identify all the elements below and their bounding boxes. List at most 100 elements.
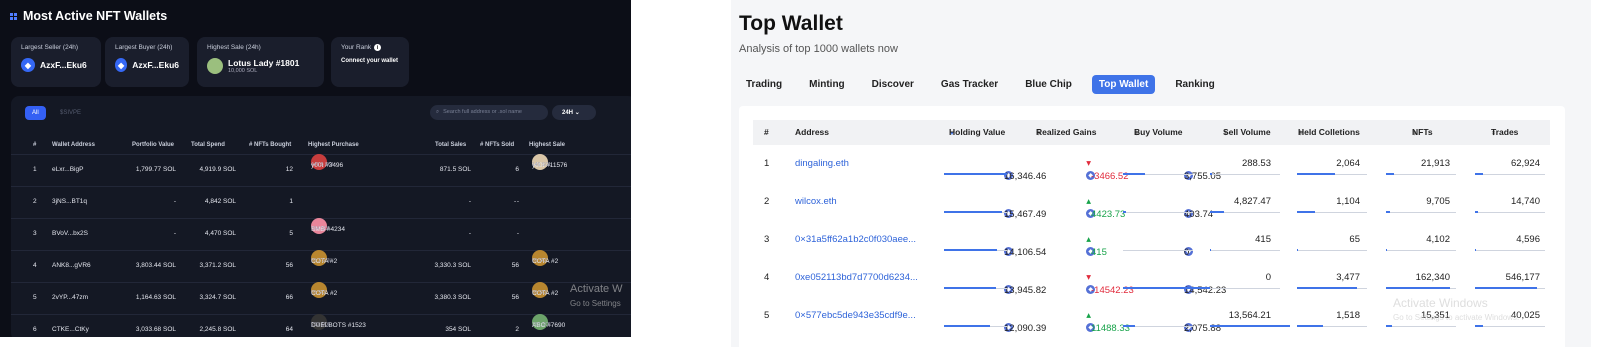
rank-cell: 5: [764, 310, 770, 321]
col-trades[interactable]: Trades ⬍: [1491, 127, 1518, 137]
nfts-bought-cell: 12: [285, 166, 293, 173]
table-row[interactable]: 3 BVoV...bx2S -4,470 SOL 5 SMB #4234 894 SOL -…: [11, 218, 631, 249]
nft-price: 180 SOL: [532, 322, 552, 328]
sell-volume-cell: 288.53: [1241, 158, 1271, 169]
tab-ranking[interactable]: Ranking: [1168, 75, 1221, 94]
filter-all-button[interactable]: All: [25, 106, 46, 120]
nfts-sold-cell: -: [516, 230, 519, 237]
table-row[interactable]: 6 CTKE...CtKy 3,033.68 SOL 2,245.8 SOL 64 DUE…: [11, 314, 631, 337]
nfts-cell: 21,913: [1420, 158, 1450, 169]
watermark-subtext: Go to Settings: [570, 299, 621, 308]
period-value: 24H: [562, 110, 574, 116]
tab-top-wallet[interactable]: Top Wallet: [1091, 75, 1156, 94]
connect-wallet-link[interactable]: Connect your wallet: [341, 58, 399, 64]
progress-bar: [1210, 173, 1212, 175]
card-label: Largest Buyer (24h): [115, 44, 173, 51]
wallet-address-link[interactable]: eLxr...BigP: [52, 166, 83, 173]
card-value: AzxF...Eku6: [40, 60, 87, 70]
table-row[interactable]: 4 ANK8...gVR6 3,803.44 SOL 3,371.2 SOL 56 COT…: [11, 250, 631, 281]
col-spend[interactable]: Total Spend: [191, 142, 225, 148]
wallet-avatar-icon: ◆: [21, 58, 35, 72]
col-total-sales[interactable]: Total Sales: [435, 142, 466, 148]
highest-sale-card[interactable]: Highest Sale (24h) Lotus Lady #1801 10,00…: [197, 37, 324, 87]
portfolio-value-cell: -: [173, 230, 176, 237]
search-input[interactable]: ⌕ Search full address or .sol name: [430, 105, 548, 120]
nft-price: 146 SOL: [532, 162, 552, 168]
rank-cell: 1: [33, 166, 37, 173]
wallet-address-link[interactable]: 3jNS...BT1q: [52, 198, 87, 205]
trades-cell: 4,596: [1516, 234, 1540, 245]
col-buy-volume[interactable]: Buy Volume ⬍: [1134, 127, 1183, 137]
portfolio-value-cell: 3,033.68 SOL: [135, 326, 176, 333]
progress-bar: [1123, 173, 1145, 175]
table-row[interactable]: 1 eLxr...BigP 1,799.77 SOL 4,919.9 SOL 12 y00…: [11, 154, 631, 185]
top-wallet-table: # Address Holding Value ▼ Realized Gains…: [739, 106, 1565, 347]
tab-discover[interactable]: Discover: [865, 75, 921, 94]
progress-bar: [1297, 249, 1298, 251]
wallet-address-link[interactable]: wilcox.eth: [795, 196, 837, 207]
held-collections-cell: 3,477: [1336, 272, 1360, 283]
holding-value: 14,106.54: [1004, 247, 1047, 258]
table-row[interactable]: 4 0xe052113bd7d7700d6234... ◆ 13,945.82 ◆ ▾ -…: [753, 259, 1550, 297]
total-sales-cell: 3,330.3 SOL: [434, 262, 472, 269]
wallet-address-link[interactable]: BVoV...bx2S: [52, 230, 88, 237]
col-portfolio[interactable]: Portfolio Value: [132, 142, 174, 148]
total-sales-cell: 354 SOL: [445, 326, 471, 333]
your-rank-card[interactable]: Your Rank i Connect your wallet: [331, 37, 409, 87]
col-wallet[interactable]: Wallet Address: [52, 142, 95, 148]
table-row[interactable]: 2 3jNS...BT1q -4,842 SOL 1- - -: [11, 186, 631, 217]
wallet-address-link[interactable]: 0×577ebc5de943e35cdf9e...: [795, 310, 916, 321]
largest-seller-card[interactable]: Largest Seller (24h) ◆ AzxF...Eku6: [11, 37, 101, 87]
col-held-collections[interactable]: Held Colletions ⬍: [1298, 127, 1360, 137]
nft-price: 99.2 SOL: [311, 258, 333, 264]
wallet-address-link[interactable]: 0×31a5ff62a1b2c0f030aee...: [795, 234, 916, 245]
rank-cell: 3: [33, 230, 37, 237]
nfts-cell: 162,340: [1415, 272, 1450, 283]
progress-track: [1475, 250, 1545, 251]
tab-minting[interactable]: Minting: [802, 75, 852, 94]
col-highest-purchase[interactable]: Highest Purchase: [308, 142, 359, 148]
col-sold[interactable]: # NFTs Sold: [480, 142, 514, 148]
table-row[interactable]: 1 dingaling.eth ◆ 16,346.46 ◆ ▾ -3466.52 ◆ 3,75…: [753, 145, 1550, 183]
portfolio-value-cell: -: [173, 198, 176, 205]
col-bought[interactable]: # NFTs Bought: [249, 142, 291, 148]
trades-cell: 546,177: [1505, 272, 1540, 283]
col-rank: #: [33, 142, 37, 148]
wallets-table-panel: All $SIVPE ⌕ Search full address or .sol …: [11, 96, 631, 337]
progress-bar: [1386, 287, 1450, 289]
wallet-address-link[interactable]: CTKE...CtKy: [52, 326, 89, 333]
period-select[interactable]: 24H ⌄: [552, 105, 596, 120]
progress-bar: [1297, 287, 1357, 289]
held-collections-cell: 1,104: [1336, 196, 1360, 207]
table-row[interactable]: 5 2vYP...47zm 1,164.63 SOL 3,324.7 SOL 66 COT…: [11, 282, 631, 313]
nfts-sold-cell: 6: [515, 166, 519, 173]
wallet-address-link[interactable]: ANK8...gVR6: [52, 262, 91, 269]
tab-gas-tracker[interactable]: Gas Tracker: [934, 75, 1005, 94]
tab-blue-chip[interactable]: Blue Chip: [1018, 75, 1079, 94]
col-highest-sale[interactable]: Highest Sale: [529, 142, 565, 148]
arrow-up-icon: ▴: [1086, 234, 1091, 245]
largest-buyer-card[interactable]: Largest Buyer (24h) ◆ AzxF...Eku6: [105, 37, 189, 87]
sell-volume-cell: 415: [1255, 234, 1271, 245]
holding-value: 16,346.46: [1004, 171, 1047, 182]
progress-bar: [1210, 249, 1211, 251]
table-row[interactable]: 3 0×31a5ff62a1b2c0f030aee... ◆ 14,106.54 ◆ ▴ …: [753, 221, 1550, 259]
tab-trading[interactable]: Trading: [739, 75, 789, 94]
nfts-sold-cell: 2: [515, 326, 519, 333]
col-holding-value[interactable]: Holding Value ▼: [949, 127, 1005, 137]
table-row[interactable]: 2 wilcox.eth ◆ 15,467.49 ◆ ▴ 4423.73 ◆ 403.74 4,…: [753, 183, 1550, 221]
col-label: Trades: [1491, 127, 1519, 137]
filter-sort-button[interactable]: $SIVPE: [53, 106, 88, 120]
arrow-up-icon: ▴: [1086, 310, 1091, 321]
highest-sale-cell: -: [514, 198, 517, 205]
col-realized-gains[interactable]: Realized Gains ⬍: [1036, 127, 1096, 137]
card-label: Highest Sale (24h): [207, 44, 261, 51]
info-icon: i: [374, 44, 382, 51]
col-sell-volume[interactable]: Sell Volume ⬍: [1223, 127, 1271, 137]
wallet-address-link[interactable]: 0xe052113bd7d7700d6234...: [795, 272, 918, 283]
wallet-address-link[interactable]: 2vYP...47zm: [52, 294, 88, 301]
trades-cell: 14,740: [1510, 196, 1540, 207]
col-nfts[interactable]: NFTs ⬍: [1412, 127, 1433, 137]
progress-track: [1475, 326, 1545, 327]
wallet-address-link[interactable]: dingaling.eth: [795, 158, 849, 169]
